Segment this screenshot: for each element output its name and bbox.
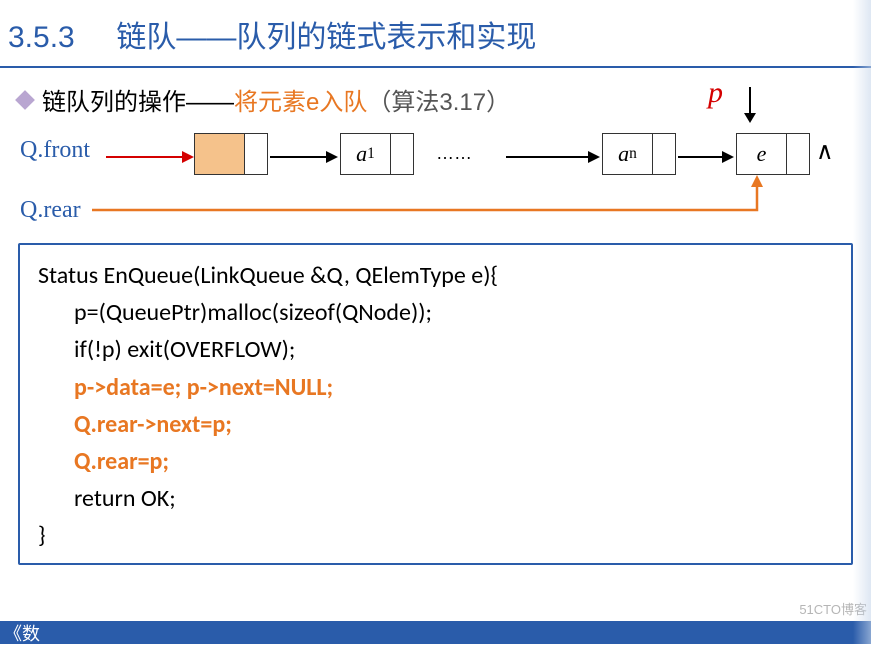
node-e: e xyxy=(736,133,810,175)
arrow-icon xyxy=(270,147,342,167)
node-an-ptr xyxy=(653,134,675,174)
bullet-highlight: 将元素e入队 xyxy=(234,82,367,117)
footer-bar: 《数 xyxy=(0,621,871,644)
pointer-p-label: p xyxy=(708,76,723,110)
head-data-cell xyxy=(195,134,245,174)
arrow-icon xyxy=(506,147,604,167)
null-symbol: ∧ xyxy=(816,137,834,166)
node-a1: a1 xyxy=(340,133,414,175)
bullet-prefix: 链队列的操作—— xyxy=(42,82,234,117)
node-a1-data: a1 xyxy=(341,134,391,174)
code-block: Status EnQueue(LinkQueue &Q, QElemType e… xyxy=(18,243,853,565)
linked-queue-diagram: Q.front Q.rear a1 …… an e ∧ xyxy=(20,125,871,235)
head-ptr-cell xyxy=(245,134,267,174)
arrow-icon xyxy=(678,147,738,167)
code-line-1: Status EnQueue(LinkQueue &Q, QElemType e… xyxy=(38,257,833,294)
qrear-arrow-icon xyxy=(92,175,772,225)
bullet-diamond-icon xyxy=(15,90,35,110)
divider xyxy=(0,66,871,68)
qrear-label: Q.rear xyxy=(20,197,81,224)
node-an-data: an xyxy=(603,134,653,174)
section-heading: 3.5.3 链队——队列的链式表示和实现 xyxy=(0,0,871,56)
head-node xyxy=(194,133,268,175)
right-page-edge xyxy=(853,0,871,644)
qfront-arrow-icon xyxy=(106,147,198,167)
node-e-ptr xyxy=(787,134,809,174)
ellipsis: …… xyxy=(436,143,472,164)
code-line-7: return OK; xyxy=(38,480,833,517)
bullet-suffix: （算法3.17） xyxy=(367,82,510,117)
code-line-3: if(!p) exit(OVERFLOW); xyxy=(38,331,833,368)
code-line-4: p->data=e; p->next=NULL; xyxy=(38,369,833,406)
node-e-data: e xyxy=(737,134,787,174)
code-line-6: Q.rear=p; xyxy=(38,443,833,480)
section-number: 3.5.3 xyxy=(8,21,75,54)
code-line-8: } xyxy=(38,517,833,554)
down-arrow-icon xyxy=(740,85,760,125)
code-line-5: Q.rear->next=p; xyxy=(38,406,833,443)
section-title-text: 链队——队列的链式表示和实现 xyxy=(116,21,536,54)
qfront-label: Q.front xyxy=(20,137,90,164)
node-a1-ptr xyxy=(391,134,413,174)
node-an: an xyxy=(602,133,676,175)
code-line-2: p=(QueuePtr)malloc(sizeof(QNode)); xyxy=(38,294,833,331)
footer-text: 《数 xyxy=(4,620,40,646)
